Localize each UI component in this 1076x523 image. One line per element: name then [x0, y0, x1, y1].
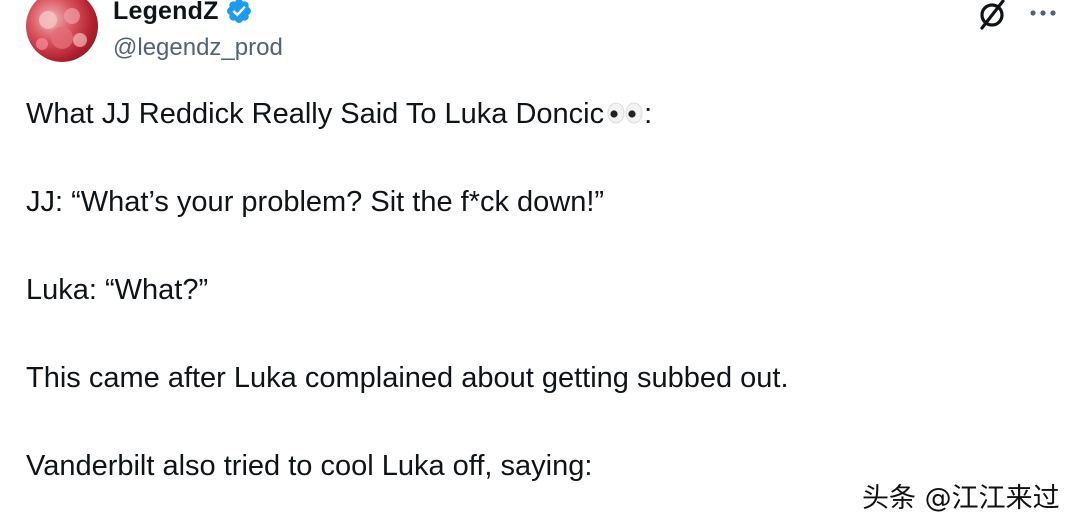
tweet-line-1-text: What JJ Reddick Really Said To Luka Donc…: [26, 98, 605, 130]
eyes-emoji-icon: [606, 98, 644, 132]
author-handle[interactable]: @legendz_prod: [113, 34, 283, 62]
avatar-image: [36, 8, 87, 50]
author-name-row[interactable]: LegendZ: [113, 0, 253, 28]
avatar[interactable]: [26, 0, 98, 62]
display-name[interactable]: LegendZ: [113, 0, 219, 26]
tweet-line-1-suffix: :: [644, 98, 653, 130]
tweet-text-line-5: Vanderbilt also tried to cool Luka off, …: [26, 450, 593, 482]
tweet-text-line-2: JJ: “What’s your problem? Sit the f*ck d…: [26, 186, 605, 218]
tweet-text-line-3: Luka: “What?”: [26, 274, 209, 306]
tweet-text-line-1: What JJ Reddick Really Said To Luka Donc…: [26, 97, 652, 132]
grok-icon[interactable]: [976, 0, 1008, 30]
verified-badge-icon[interactable]: [225, 0, 253, 25]
more-options-icon[interactable]: [1028, 4, 1058, 22]
watermark: 头条 @江江来过: [862, 483, 1060, 514]
tweet-text-line-4: This came after Luka complained about ge…: [26, 362, 789, 394]
